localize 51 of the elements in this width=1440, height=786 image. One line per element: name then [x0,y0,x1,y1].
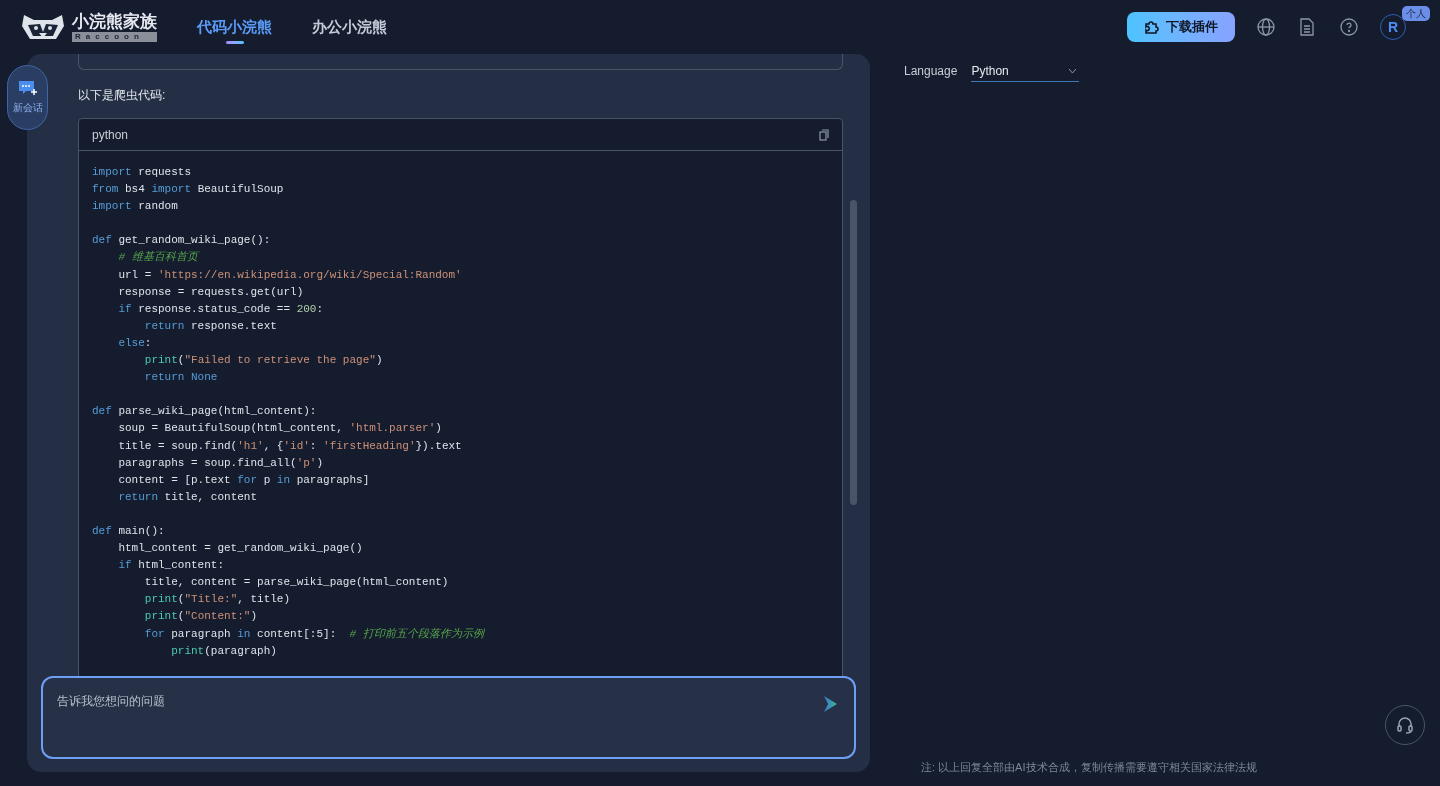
code-line: def main(): [92,523,165,539]
code-line: title = soup.find('h1', {'id': 'firstHeading'}).text [117,438,462,454]
code-line: paragraphs = soup.find_all('p') [117,455,324,471]
nav-tab[interactable]: 代码小浣熊 [197,17,272,37]
personal-badge: 个人 [1402,6,1430,21]
raccoon-logo-icon [20,12,66,42]
code-line: from bs4 import BeautifulSoup [92,182,284,198]
logo-subtitle: Raccoon [72,32,157,42]
disclaimer-text: 注: 以上回复全部由AI技术合成，复制传播需要遵守相关国家法律法规 [921,760,1257,775]
code-line: url = 'https://en.wikipedia.org/wiki/Special:Random' [117,267,462,283]
code-line: import random [92,199,178,215]
intro-text: 以下是爬虫代码: [78,87,167,103]
tab-indicator [225,41,244,44]
code-line: if response.status_code == 200: [117,301,324,317]
language-label: Language [904,63,958,80]
input-placeholder: 告诉我您想问的问题 [57,693,165,710]
nav-tab[interactable]: 办公小浣熊 [312,17,387,37]
code-line: if html_content: [117,558,225,574]
question-input[interactable]: 告诉我您想问的问题 [41,676,856,759]
code-line: for paragraph in content[:5]: # 打印前五个段落作为示例 [143,626,484,642]
code-line: else: [117,335,152,351]
language-select[interactable]: Python [971,60,1080,82]
code-line: content = [p.text for p in paragraphs] [117,472,370,488]
code-line: print(paragraph) [170,643,277,659]
help-icon[interactable] [1340,18,1358,36]
copy-icon[interactable] [819,128,829,141]
code-line: import requests [92,165,192,180]
new-chat-button[interactable]: 新会话 [7,65,48,130]
chevron-down-icon [1068,67,1078,74]
code-line: return None [143,370,218,386]
code-line: print("Title:", title) [143,592,291,608]
chat-plus-icon [17,80,38,96]
code-line: print("Content:") [143,609,258,625]
code-line: response = requests.get(url) [117,284,304,300]
document-icon[interactable] [1299,18,1315,36]
download-plugin-button[interactable]: 下载插件 [1127,12,1235,42]
code-language-label: python [92,126,129,144]
puzzle-icon [1144,19,1160,35]
scrollbar-thumb[interactable] [850,200,857,505]
code-line: print("Failed to retrieve the page") [143,353,383,369]
headset-icon [1396,716,1414,734]
code-line: html_content = get_random_wiki_page() [117,541,363,557]
logo-title: 小浣熊家族 [72,12,157,32]
code-line: # 维基百科首页 [117,250,198,266]
code-line: return title, content [117,489,258,505]
code-line: soup = BeautifulSoup(html_content, 'html.parser') [117,421,442,437]
code-line: def parse_wiki_page(html_content): [92,404,317,420]
globe-icon[interactable] [1257,18,1275,36]
code-line: def get_random_wiki_page(): [92,233,271,249]
code-line: title, content = parse_wiki_page(html_content) [143,575,449,591]
code-line: return response.text [143,318,277,334]
